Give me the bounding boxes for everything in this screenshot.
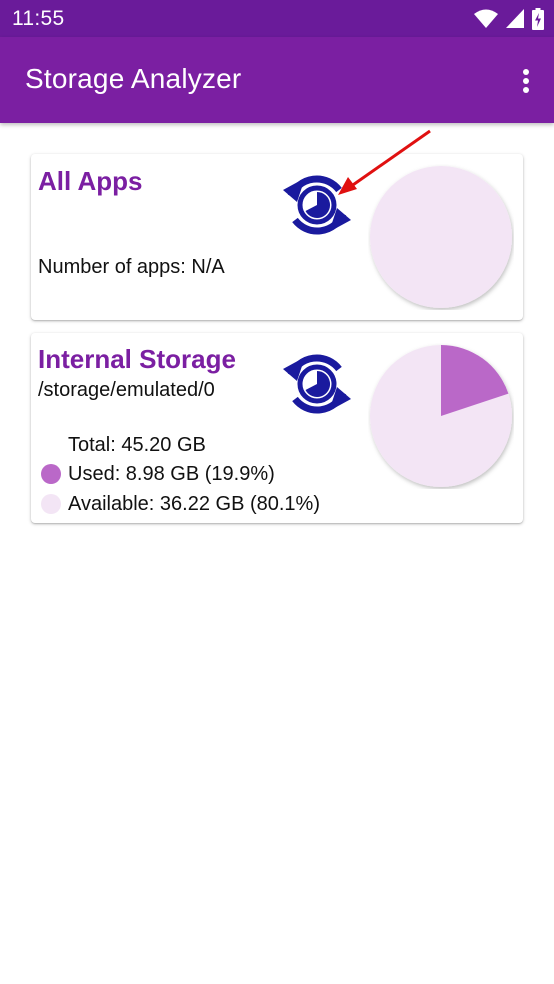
more-options-button[interactable] bbox=[516, 65, 536, 97]
internal-storage-pie-chart bbox=[370, 345, 512, 487]
number-of-apps: Number of apps: N/A bbox=[38, 256, 225, 278]
refresh-pie-icon[interactable] bbox=[281, 347, 353, 421]
wifi-icon bbox=[474, 9, 498, 28]
app-title: Storage Analyzer bbox=[25, 63, 242, 94]
used-legend-dot bbox=[41, 464, 61, 484]
more-vert-icon bbox=[523, 69, 529, 75]
available-legend-dot bbox=[41, 494, 61, 514]
total-storage: Total: 45.20 GB bbox=[68, 434, 206, 456]
used-storage: Used: 8.98 GB (19.9%) bbox=[68, 463, 275, 485]
app-bar: Storage Analyzer bbox=[0, 37, 554, 123]
status-bar: 11:55 bbox=[0, 0, 554, 37]
more-vert-icon-dot bbox=[523, 87, 529, 93]
storage-path: /storage/emulated/0 bbox=[38, 379, 215, 401]
all-apps-pie-chart bbox=[370, 166, 512, 308]
status-icons bbox=[474, 6, 544, 32]
internal-storage-card[interactable]: Internal Storage /storage/emulated/0 Tot… bbox=[31, 333, 523, 523]
available-storage: Available: 36.22 GB (80.1%) bbox=[68, 493, 321, 515]
pie-available-slice bbox=[370, 166, 512, 308]
status-time: 11:55 bbox=[12, 7, 65, 30]
cellular-signal-icon bbox=[506, 9, 524, 28]
more-vert-icon-dot bbox=[523, 78, 529, 84]
all-apps-card[interactable]: All Apps Number of apps: N/A bbox=[31, 154, 523, 320]
battery-charging-icon bbox=[532, 8, 544, 30]
card-title: All Apps bbox=[38, 166, 143, 196]
card-title: Internal Storage bbox=[38, 344, 236, 374]
refresh-pie-icon[interactable] bbox=[281, 168, 353, 242]
